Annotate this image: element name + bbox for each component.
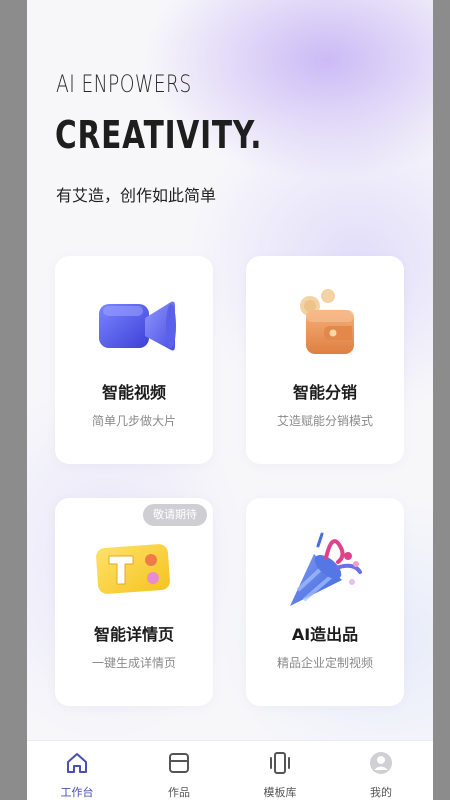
hero-title: CREATIVITY. xyxy=(55,113,263,157)
coming-soon-badge: 敬请期待 xyxy=(143,504,207,526)
card-title: 智能视频 xyxy=(101,383,166,402)
home-icon xyxy=(67,753,87,773)
tab-label: 工作台 xyxy=(60,786,94,799)
profile-icon xyxy=(370,752,392,774)
hero-slogan: 有艾造，创作如此简单 xyxy=(56,186,217,205)
card-description: 艾造赋能分销模式 xyxy=(276,414,373,428)
card-smart-detail-page[interactable]: 敬请期待 智能详情页 一键生成详情页 xyxy=(55,498,213,706)
template-icon xyxy=(270,752,290,774)
card-title: 智能分销 xyxy=(292,383,357,402)
tab-label: 模板库 xyxy=(263,786,297,799)
card-ai-production[interactable]: AI造出品 精品企业定制视频 xyxy=(246,498,404,706)
wallet-coins-icon xyxy=(300,289,354,354)
card-description: 简单几步做大片 xyxy=(91,414,176,428)
tab-label: 作品 xyxy=(168,786,190,799)
party-popper-icon xyxy=(290,532,362,606)
card-title: 智能详情页 xyxy=(93,625,174,644)
bottom-tab-bar: 工作台 作品 模板库 我的 xyxy=(27,740,433,800)
tab-label: 我的 xyxy=(370,786,392,799)
card-title: AI造出品 xyxy=(291,625,359,644)
tab-works[interactable]: 作品 xyxy=(144,741,214,800)
card-description: 精品企业定制视频 xyxy=(276,656,373,670)
t-block-icon xyxy=(96,544,170,594)
works-icon xyxy=(169,753,189,773)
tab-profile[interactable]: 我的 xyxy=(346,741,416,800)
tab-templates[interactable]: 模板库 xyxy=(245,741,315,800)
card-description: 一键生成详情页 xyxy=(91,656,176,670)
tab-workbench[interactable]: 工作台 xyxy=(42,741,112,800)
card-smart-video[interactable]: 智能视频 简单几步做大片 xyxy=(55,256,213,464)
app-screen: AI ENPOWERS CREATIVITY. 有艾造，创作如此简单 智能视频 … xyxy=(27,0,433,800)
video-camera-icon xyxy=(99,301,176,351)
card-smart-distribution[interactable]: 智能分销 艾造赋能分销模式 xyxy=(246,256,404,464)
hero-subtitle: AI ENPOWERS xyxy=(56,70,192,98)
